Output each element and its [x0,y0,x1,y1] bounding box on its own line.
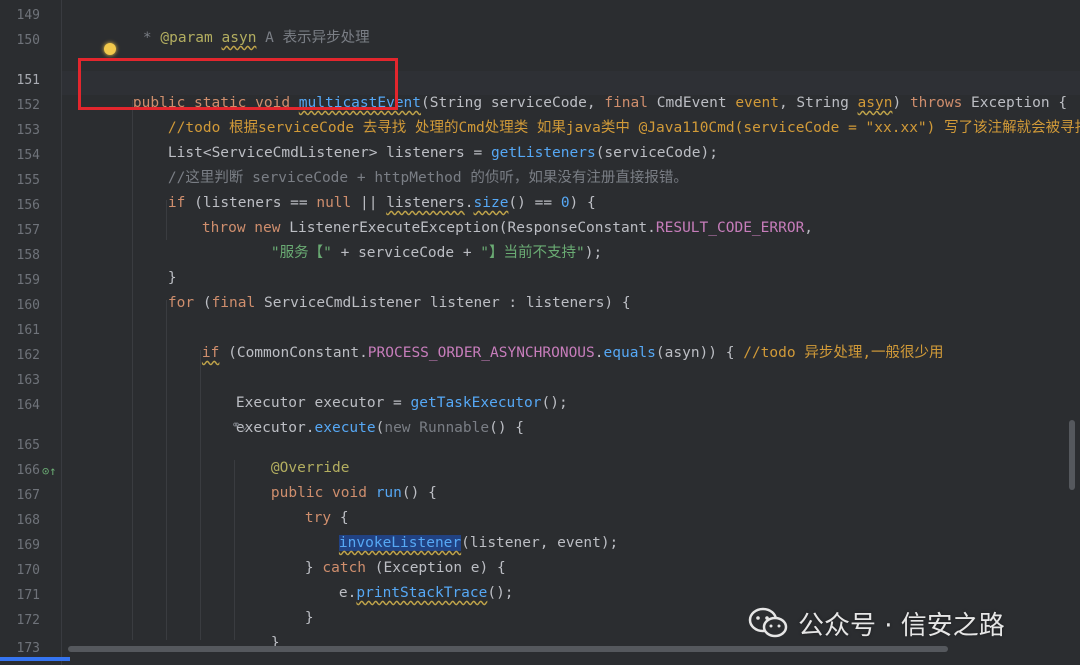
watermark-text: 公众号 · 信安之路 [798,610,1005,641]
type-name: Runnable [419,420,490,436]
line-number: 162 [16,348,40,363]
code-text: e. [338,585,357,601]
line-number: 155 [16,173,40,188]
keyword: if [201,345,220,361]
method-call: execute [314,420,376,436]
wechat-icon [748,607,788,638]
line-number: 173 [16,641,40,656]
code-line-152[interactable]: //todo 根据serviceCode 去寻找 处理的Cmd处理类 如果jav… [133,98,1080,136]
line-number: 164 [16,398,40,413]
line-number: 165 [16,438,40,453]
code-line-161[interactable]: if (CommonConstant.PROCESS_ORDER_ASYNCHR… [167,323,944,361]
line-number: 172 [16,613,40,628]
line-number: 156 [16,198,40,213]
line-number: 171 [16,588,40,603]
line-number: 163 [16,373,40,388]
code-line-157[interactable]: "服务【" + serviceCode + "】当前不支持"); [236,223,602,261]
code-text: ( [202,295,212,311]
code-line-170[interactable]: e.printStackTrace(); [304,563,514,601]
line-number: 153 [16,123,40,138]
code-line-155[interactable]: if (listeners == null || listeners.size(… [133,173,596,211]
code-line-156[interactable]: throw new ListenerExecuteException(Respo… [167,198,813,236]
line-number: 168 [16,513,40,528]
code-line-159[interactable]: for (final ServiceCmdListener listener :… [133,273,631,311]
constant: RESULT_CODE_ERROR [655,220,805,236]
code-text: . [594,345,604,361]
indent-guide [234,460,235,640]
progress-indicator [0,657,70,661]
method-name: run [375,485,402,501]
code-text: () { [489,420,525,436]
code-line-166[interactable]: public void run() { [236,463,437,501]
code-editor[interactable]: 149 150 151 152 153 154 155 156 157 158 … [0,0,1080,665]
code-line-172[interactable]: } [236,613,280,651]
line-number: 160 [16,298,40,313]
code-line-153[interactable]: List<ServiceCmdListener> listeners = get… [133,123,718,161]
line-number: 149 [16,8,40,23]
javadoc-tag: @param [160,30,213,46]
code-line-154[interactable]: //这里判断 serviceCode + httpMethod 的侦听，如果没有… [133,148,688,186]
line-number: 170 [16,563,40,578]
watermark: 公众号 · 信安之路 [748,603,1005,643]
comment-star: * [142,30,161,46]
code-text: (asyn)) { [655,345,744,361]
line-number: 158 [16,248,40,263]
line-number: 154 [16,148,40,163]
method-call: equals [603,345,656,361]
line-number: 152 [16,98,40,113]
keyword: final [211,295,264,311]
line-number: 159 [16,273,40,288]
line-number-gutter[interactable]: 149 150 151 152 153 154 155 156 157 158 … [0,0,62,665]
constant: PROCESS_ORDER_ASYNCHRONOUS [367,345,595,361]
code-text: + serviceCode + [331,245,481,261]
code-text: } [304,610,314,626]
code-text: , [804,220,814,236]
lightbulb-intention-icon[interactable] [104,43,116,55]
line-number: 166 [16,463,40,478]
code-line-164[interactable]: executor.execute(new Runnable() { [201,398,524,436]
lambda-fold-icon[interactable]: ⚭⌄ [231,418,248,432]
keyword: for [167,295,203,311]
line-number: 161 [16,323,40,338]
code-line-171[interactable]: } [270,588,314,626]
code-line-163[interactable]: Executor executor = getTaskExecutor(); [201,373,568,411]
line-number: 151 [16,73,40,88]
code-text: ); [584,245,603,261]
code-text: (); [541,395,568,411]
gutter-divider [61,0,62,665]
line-number: 150 [16,33,40,48]
string-literal: "服务【" [270,245,332,261]
string-literal: "】当前不支持" [480,245,585,261]
keyword: new [384,420,420,436]
line-number: 157 [16,223,40,238]
method-call: printStackTrace [356,585,488,601]
code-line-167[interactable]: try { [270,488,349,526]
code-text: () { [401,485,437,501]
line-number: 169 [16,538,40,553]
javadoc-param-name: asyn [221,30,257,46]
vertical-scrollbar[interactable] [1069,420,1075,490]
code-line-149[interactable]: * @param asyn A 表示异步处理 [108,8,370,46]
horizontal-scrollbar[interactable] [68,646,948,652]
code-line-165[interactable]: @Override [236,438,350,476]
code-line-169[interactable]: } catch (Exception e) { [270,538,506,576]
code-line-158[interactable]: } [133,248,177,286]
line-number: 167 [16,488,40,503]
code-text: ServiceCmdListener listener : listeners)… [263,295,631,311]
implements-gutter-icon[interactable]: ⊙↑ [42,464,56,478]
code-text: (CommonConstant. [219,345,368,361]
javadoc-description: A 表示异步处理 [256,30,370,46]
code-text: (); [487,585,514,601]
todo-comment: //todo 异步处理,一般很少用 [743,345,944,361]
code-line-168[interactable]: invokeListener(listener, event); [304,513,618,551]
